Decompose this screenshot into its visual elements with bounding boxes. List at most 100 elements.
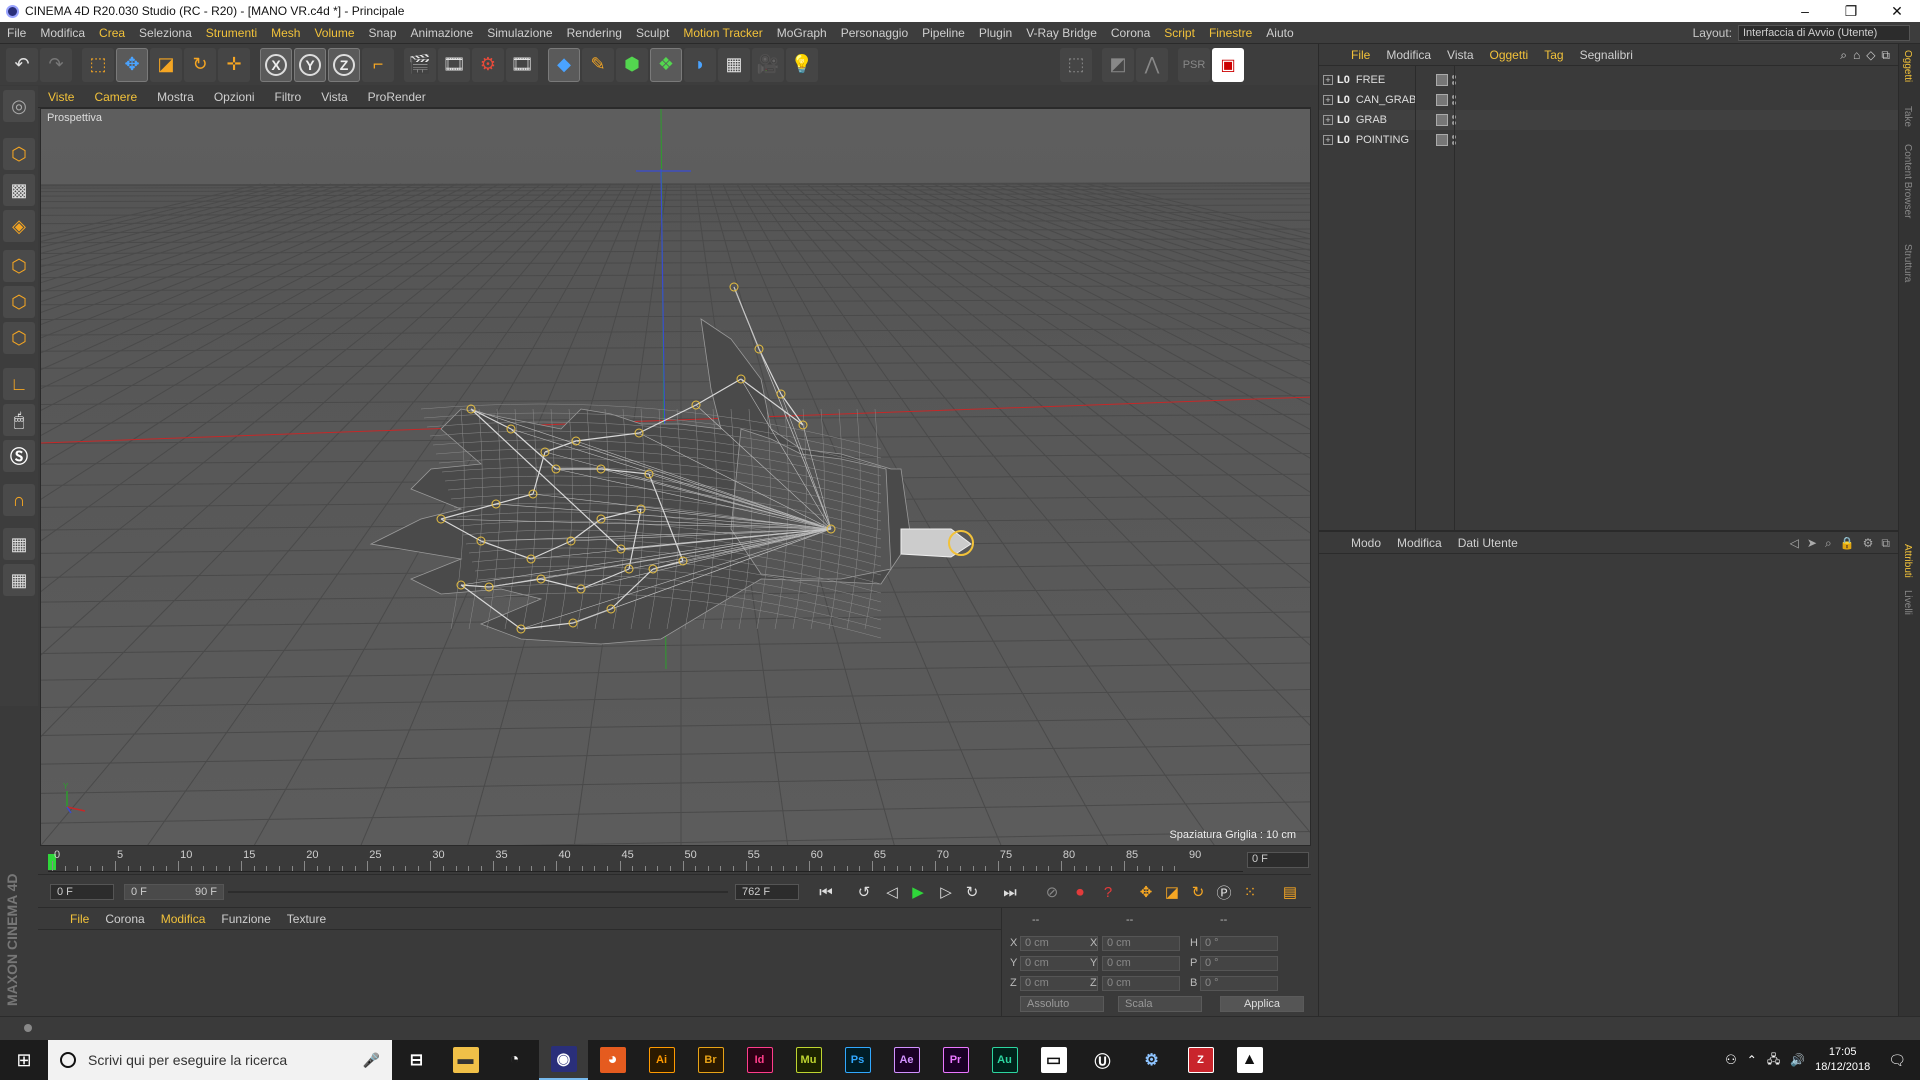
object-menu-vista[interactable]: Vista [1439,48,1481,62]
premiere-icon[interactable]: Pr [931,1040,980,1080]
make-editable-icon[interactable]: ◎ [3,90,35,122]
viewport-menu-camere[interactable]: Camere [84,90,147,104]
workplane-mode-icon[interactable]: ◈ [3,210,35,242]
people-icon[interactable]: ⚇ [1725,1052,1737,1068]
key-parameter-icon[interactable]: Ⓟ [1212,881,1236,903]
workplane-lock-icon[interactable]: ▦ [3,528,35,560]
next-keyframe-icon[interactable]: ↻ [960,881,984,903]
expand-toggle-icon[interactable]: + [1323,115,1333,125]
microphone-icon[interactable]: 🎤 [363,1052,380,1069]
settings-icon[interactable]: ⚙ [1863,536,1874,551]
live-selection-icon[interactable]: ⬚ [82,47,114,82]
coord-value-field[interactable]: 0 cm [1020,976,1098,991]
psr-icon[interactable]: PSR [1178,47,1210,82]
texture-mode-icon[interactable]: ▩ [3,174,35,206]
object-row-grab[interactable]: + L0 GRAB [1319,110,1899,130]
menu-simulazione[interactable]: Simulazione [480,26,559,40]
taskbar-clock[interactable]: 17:05 18/12/2018 [1815,1045,1870,1075]
spline-pen-icon[interactable]: ✎ [582,47,614,82]
menu-finestre[interactable]: Finestre [1202,26,1259,40]
edges-mode-icon[interactable]: ⬡ [3,286,35,318]
go-to-start-icon[interactable]: ⏮ [814,881,838,903]
bridge-icon[interactable]: Br [686,1040,735,1080]
start-frame-field[interactable]: 0 F [50,884,114,900]
cursor-icon[interactable]: ➤ [1807,536,1817,551]
lock-icon[interactable]: 🔒 [1840,536,1855,551]
y-axis-lock-button[interactable]: Y [294,47,326,82]
cinema4d-taskbar-icon[interactable]: ◉ [539,1040,588,1080]
menu-aiuto[interactable]: Aiuto [1259,26,1300,40]
object-menu-modifica[interactable]: Modifica [1378,48,1439,62]
coord-value-field[interactable]: 0 ° [1200,956,1278,971]
side-tab-oggetti[interactable]: Oggetti [1902,50,1913,82]
search-icon[interactable]: ⌕ [1840,48,1847,63]
end-frame-field[interactable]: 762 F [735,884,799,900]
coordinate-system-icon[interactable]: ⌐ [362,47,394,82]
material-menu-file[interactable]: File [62,912,97,926]
frame-range-slider[interactable]: 0 F 90 F [124,884,224,900]
z-axis-lock-button[interactable]: Z [328,47,360,82]
render-view-icon[interactable]: 🎬 [404,47,436,82]
size-mode-dropdown[interactable]: Scala [1118,996,1202,1012]
unreal-engine-icon[interactable]: Ⓤ [1078,1040,1127,1080]
back-arrow-icon[interactable]: ◁ [1790,536,1799,551]
scale-tool-icon[interactable]: ◪ [150,47,182,82]
material-menu-corona[interactable]: Corona [97,912,152,926]
render-settings-icon[interactable]: ⚙ [472,47,504,82]
undo-icon[interactable]: ↶ [6,47,38,82]
side-tab-struttura[interactable]: Struttura [1902,244,1913,282]
key-position-icon[interactable]: ✥ [1134,881,1158,903]
new-window-icon[interactable]: ⧉ [1881,48,1890,63]
keyframe-selection-icon[interactable]: ? [1096,881,1120,903]
attr-new-window-icon[interactable]: ⧉ [1881,536,1890,551]
viewport-menu-filtro[interactable]: Filtro [265,90,312,104]
coord-value-field[interactable]: 0 ° [1200,976,1278,991]
network-drive-icon[interactable]: ⚙ [1127,1040,1176,1080]
key-rotation-icon[interactable]: ↻ [1186,881,1210,903]
attribute-menu-modifica[interactable]: Modifica [1389,536,1450,550]
autokey-icon[interactable]: ⏺ [1068,881,1092,903]
picture-viewer-icon[interactable]: ▣ [1212,47,1244,82]
move-tool-icon[interactable]: ✥ [116,47,148,82]
snap-magnet-icon[interactable]: ∩ [3,484,35,516]
key-pla-icon[interactable]: ⁙ [1238,881,1262,903]
network-icon[interactable]: 🖧 [1767,1050,1780,1071]
key-scale-icon[interactable]: ◪ [1160,881,1184,903]
current-frame-field[interactable]: 0 F [1247,852,1309,868]
after-effects-icon[interactable]: Ae [882,1040,931,1080]
deformer-icon[interactable]: ◗ [684,47,716,82]
menu-mesh[interactable]: Mesh [264,26,307,40]
object-menu-file[interactable]: File [1343,48,1378,62]
viewport-menu-mostra[interactable]: Mostra [147,90,204,104]
side-tab-livelli[interactable]: Livelli [1902,590,1913,615]
edit-tag-icon[interactable] [1435,134,1448,146]
object-row-free[interactable]: + L0 FREE [1319,70,1899,90]
viewport-menu-opzioni[interactable]: Opzioni [204,90,265,104]
floor-scene-icon[interactable]: ▦ [718,47,750,82]
menu-personaggio[interactable]: Personaggio [834,26,915,40]
menu-seleziona[interactable]: Seleziona [132,26,199,40]
roblox-icon[interactable]: ▭ [1029,1040,1078,1080]
tray-chevron-icon[interactable]: ⌃ [1747,1053,1757,1067]
coord-value-field[interactable]: 0 cm [1102,956,1180,971]
play-forward-icon[interactable]: ▶ [906,881,930,903]
firefox-icon[interactable]: ◕ [588,1040,637,1080]
audition-icon[interactable]: Au [980,1040,1029,1080]
apply-button[interactable]: Applica [1220,996,1304,1012]
menu-sculpt[interactable]: Sculpt [629,26,676,40]
collapse-icon[interactable]: ◇ [1866,48,1875,63]
snapping-icon[interactable]: ⋀ [1136,47,1168,82]
menu-pipeline[interactable]: Pipeline [915,26,972,40]
attr-search-icon[interactable]: ⌕ [1825,536,1832,551]
object-menu-oggetti[interactable]: Oggetti [1482,48,1537,62]
perspective-viewport[interactable]: Y Prospettiva Spaziatura Griglia : 10 cm [40,108,1311,846]
windows-start-icon[interactable]: ⊞ [0,1040,48,1080]
subdivision-surface-icon[interactable]: ⬢ [616,47,648,82]
array-generator-icon[interactable]: ❖ [650,47,682,82]
coord-value-field[interactable]: 0 cm [1102,976,1180,991]
menu-file[interactable]: File [0,26,33,40]
cube-primitive-icon[interactable]: ◆ [548,47,580,82]
timeline-window-icon[interactable]: ▤ [1278,881,1302,903]
coord-value-field[interactable]: 0 cm [1102,936,1180,951]
menu-motion-tracker[interactable]: Motion Tracker [676,26,769,40]
